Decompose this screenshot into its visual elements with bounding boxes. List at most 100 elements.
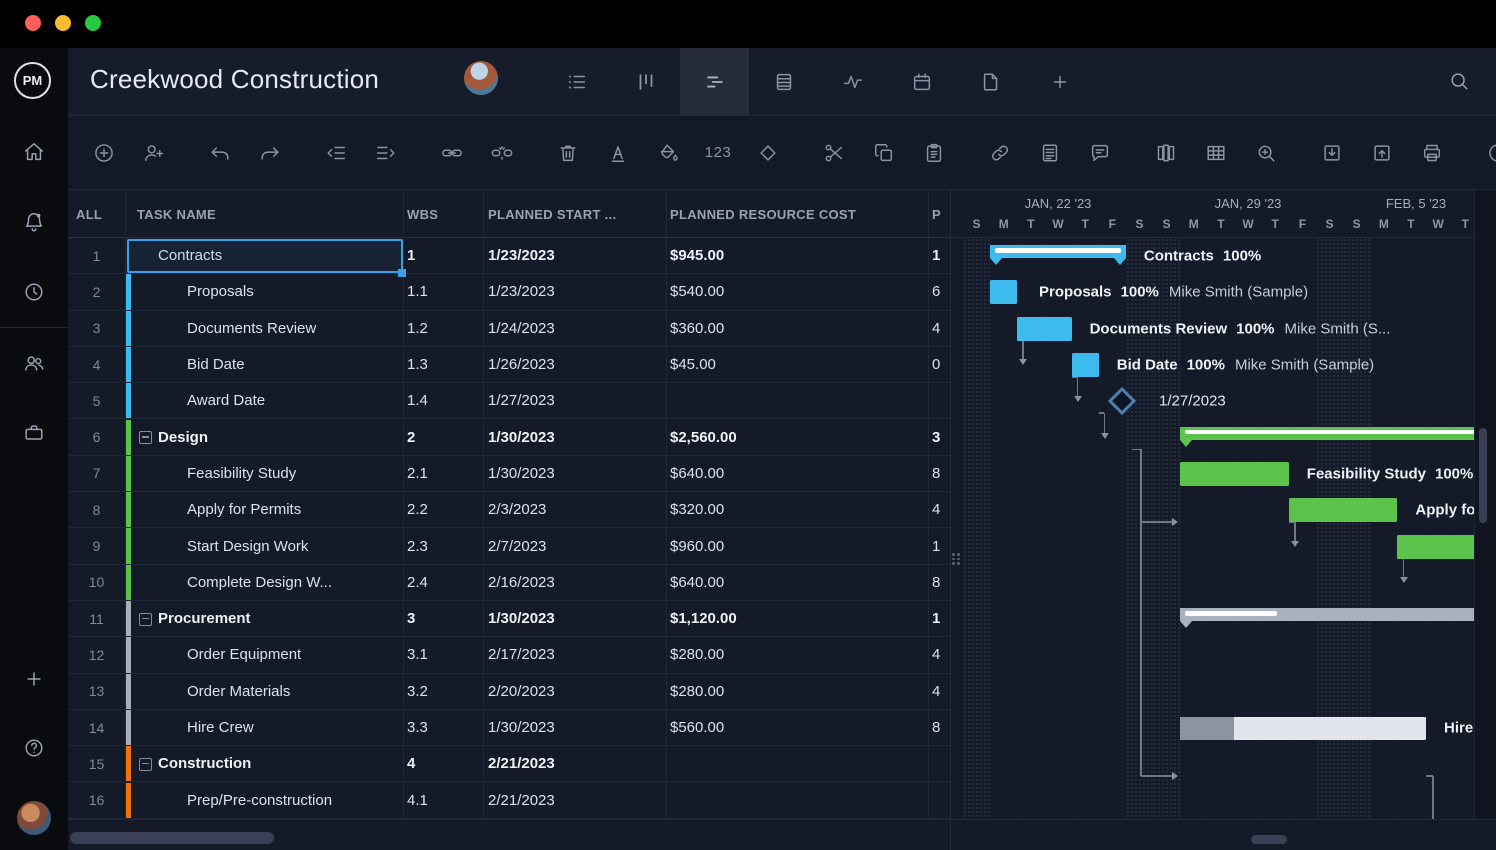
- cell-planned-resource-cost[interactable]: $560.00: [670, 710, 724, 745]
- panel-splitter-handle[interactable]: [952, 553, 960, 565]
- cell-wbs[interactable]: 4.1: [407, 783, 428, 818]
- cell-wbs[interactable]: 4: [407, 746, 415, 781]
- cell-task-name[interactable]: Feasibility Study: [187, 456, 296, 491]
- toolbar-unlink-icon[interactable]: [490, 141, 514, 165]
- tab-list-view[interactable]: [542, 48, 611, 115]
- cell-task-name[interactable]: Prep/Pre-construction: [187, 783, 332, 818]
- cell-task-name[interactable]: Order Materials: [187, 674, 290, 709]
- cell-task-name[interactable]: Proposals: [187, 274, 254, 309]
- gantt-task-bar[interactable]: [990, 280, 1017, 304]
- table-row[interactable]: 15Construction42/21/2023: [68, 746, 950, 782]
- cell-wbs[interactable]: 3.1: [407, 637, 428, 672]
- collapse-toggle-icon[interactable]: [139, 613, 152, 626]
- cell-planned-effort[interactable]: 4: [932, 311, 940, 346]
- column-header-p[interactable]: P: [932, 190, 941, 238]
- column-header-planned-start-[interactable]: PLANNED START ...: [488, 190, 616, 238]
- cell-planned-start[interactable]: 1/26/2023: [488, 347, 555, 382]
- cell-planned-effort[interactable]: 8: [932, 565, 940, 600]
- project-owner-avatar[interactable]: [464, 61, 498, 95]
- cell-task-name[interactable]: Award Date: [187, 383, 265, 418]
- gantt-task-bar[interactable]: [1180, 462, 1289, 486]
- gantt-horizontal-scrollbar[interactable]: [1251, 835, 1287, 844]
- sidebar-item-bell-icon[interactable]: [22, 210, 46, 234]
- cell-task-name[interactable]: Construction: [158, 746, 251, 781]
- toolbar-info-icon[interactable]: [1486, 141, 1496, 165]
- cell-wbs[interactable]: 2.2: [407, 492, 428, 527]
- cell-planned-start[interactable]: 2/7/2023: [488, 528, 546, 563]
- table-row[interactable]: 12Order Equipment3.12/17/2023$280.004: [68, 637, 950, 673]
- cell-wbs[interactable]: 2.1: [407, 456, 428, 491]
- cell-wbs[interactable]: 1.3: [407, 347, 428, 382]
- cell-planned-effort[interactable]: 1: [932, 528, 940, 563]
- toolbar-import-icon[interactable]: [1320, 141, 1344, 165]
- tab-docs-view[interactable]: [956, 48, 1025, 115]
- toolbar-undo-icon[interactable]: [208, 141, 232, 165]
- cell-planned-start[interactable]: 1/30/2023: [488, 420, 555, 455]
- sidebar-item-clock-icon[interactable]: [22, 280, 46, 304]
- cell-planned-effort[interactable]: 4: [932, 674, 940, 709]
- tab-add-view[interactable]: [1025, 48, 1094, 115]
- gantt-task-bar[interactable]: [1017, 317, 1071, 341]
- cell-wbs[interactable]: 2.3: [407, 528, 428, 563]
- cell-planned-start[interactable]: 2/16/2023: [488, 565, 555, 600]
- toolbar-font-icon[interactable]: [606, 141, 630, 165]
- pm-logo[interactable]: PM: [14, 62, 51, 99]
- toolbar-milestone-icon[interactable]: [756, 141, 780, 165]
- cell-wbs[interactable]: 3.3: [407, 710, 428, 745]
- sidebar-item-home-icon[interactable]: [22, 140, 46, 164]
- table-horizontal-scrollbar[interactable]: [70, 832, 274, 844]
- gantt-summary-bar[interactable]: [1180, 427, 1474, 440]
- cell-planned-resource-cost[interactable]: $945.00: [670, 238, 724, 273]
- cell-task-name[interactable]: Design: [158, 420, 208, 455]
- cell-planned-effort[interactable]: 3: [932, 420, 940, 455]
- sidebar-item-help-icon[interactable]: [22, 736, 46, 760]
- user-avatar[interactable]: [17, 801, 51, 835]
- cell-planned-effort[interactable]: 4: [932, 492, 940, 527]
- table-row[interactable]: 6Design21/30/2023$2,560.003: [68, 420, 950, 456]
- cell-planned-start[interactable]: 1/30/2023: [488, 601, 555, 636]
- tab-gantt-view[interactable]: [680, 48, 749, 115]
- gantt-task-bar[interactable]: [1180, 717, 1426, 740]
- cell-planned-resource-cost[interactable]: $960.00: [670, 528, 724, 563]
- cell-task-name[interactable]: Apply for Permits: [187, 492, 301, 527]
- cell-wbs[interactable]: 3.2: [407, 674, 428, 709]
- toolbar-fill-color-icon[interactable]: [656, 141, 680, 165]
- column-header-wbs[interactable]: WBS: [407, 190, 438, 238]
- gantt-summary-bar[interactable]: [990, 245, 1126, 258]
- tab-calendar-view[interactable]: [887, 48, 956, 115]
- minimize-window-button[interactable]: [55, 15, 71, 31]
- column-header-task-name[interactable]: TASK NAME: [137, 190, 216, 238]
- cell-planned-resource-cost[interactable]: $320.00: [670, 492, 724, 527]
- table-row[interactable]: 14Hire Crew3.31/30/2023$560.008: [68, 710, 950, 746]
- table-row[interactable]: 16Prep/Pre-construction4.12/21/2023: [68, 783, 950, 819]
- table-row[interactable]: 10Complete Design W...2.42/16/2023$640.0…: [68, 565, 950, 601]
- toolbar-comment-icon[interactable]: [1088, 141, 1112, 165]
- table-row[interactable]: 4Bid Date1.31/26/2023$45.000: [68, 347, 950, 383]
- toolbar-add-task-icon[interactable]: [92, 141, 116, 165]
- cell-task-name[interactable]: Bid Date: [187, 347, 245, 382]
- cell-planned-resource-cost[interactable]: $1,120.00: [670, 601, 737, 636]
- cell-task-name[interactable]: Order Equipment: [187, 637, 301, 672]
- gantt-summary-bar[interactable]: [1180, 608, 1474, 621]
- cell-planned-effort[interactable]: 4: [932, 637, 940, 672]
- gantt-task-bar[interactable]: [1397, 535, 1474, 559]
- cell-planned-start[interactable]: 2/21/2023: [488, 783, 555, 818]
- gantt-task-bar[interactable]: [1072, 353, 1099, 377]
- cell-task-name[interactable]: Complete Design W...: [187, 565, 332, 600]
- cell-planned-resource-cost[interactable]: $280.00: [670, 674, 724, 709]
- cell-planned-effort[interactable]: 8: [932, 456, 940, 491]
- gantt-task-bar[interactable]: [1289, 498, 1398, 522]
- cell-task-name[interactable]: Hire Crew: [187, 710, 254, 745]
- cell-task-name[interactable]: Procurement: [158, 601, 251, 636]
- cell-planned-resource-cost[interactable]: $2,560.00: [670, 420, 737, 455]
- gantt-vertical-scrollbar[interactable]: [1479, 428, 1487, 523]
- collapse-toggle-icon[interactable]: [139, 431, 152, 444]
- toolbar-indent-icon[interactable]: [374, 141, 398, 165]
- close-window-button[interactable]: [25, 15, 41, 31]
- cell-planned-resource-cost[interactable]: $45.00: [670, 347, 716, 382]
- cell-wbs[interactable]: 1.4: [407, 383, 428, 418]
- tab-board-view[interactable]: [611, 48, 680, 115]
- sidebar-item-portfolio-icon[interactable]: [22, 421, 46, 445]
- cell-wbs[interactable]: 2.4: [407, 565, 428, 600]
- table-row[interactable]: 13Order Materials3.22/20/2023$280.004: [68, 674, 950, 710]
